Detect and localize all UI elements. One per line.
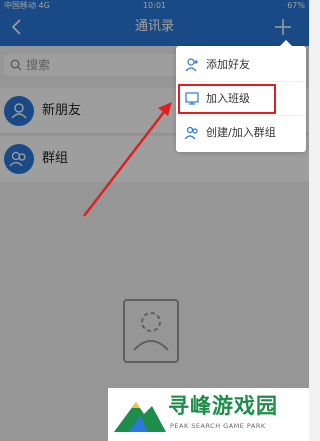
mountain-logo-icon — [114, 402, 166, 432]
watermark-subtitle: PEAK SEARCH GAME PARK — [170, 422, 266, 430]
watermark: 寻峰游戏园 PEAK SEARCH GAME PARK — [108, 388, 309, 441]
red-arrow-annotation — [83, 102, 172, 217]
watermark-name: 寻峰游戏园 — [168, 394, 278, 418]
